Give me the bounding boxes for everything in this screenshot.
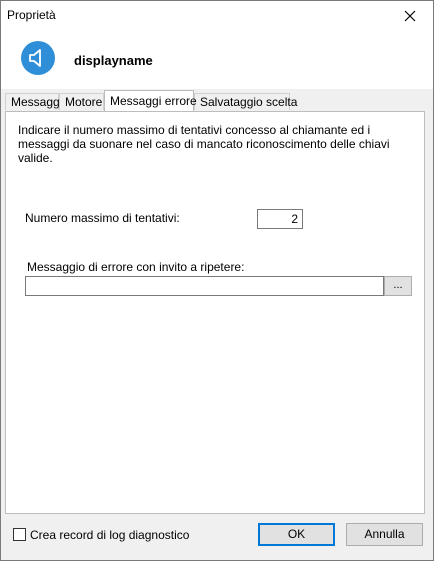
speaker-icon [21,41,55,75]
tab-messaggi[interactable]: Messaggi [5,93,62,110]
dialog-header: displayname [1,31,433,89]
ok-button[interactable]: OK [258,523,335,546]
error-message-input[interactable] [25,276,384,296]
display-name: displayname [74,53,153,68]
tab-panel: Indicare il numero massimo di tentativi … [5,111,425,514]
error-message-label: Messaggio di errore con invito a ripeter… [27,260,245,274]
tab-messaggi-errore[interactable]: Messaggi errore [104,90,197,111]
tab-motore[interactable]: Motore [59,93,104,110]
close-button[interactable] [387,1,433,31]
log-checkbox-label[interactable]: Crea record di log diagnostico [30,528,189,542]
description-text: Indicare il numero massimo di tentativi … [18,123,390,165]
cancel-button[interactable]: Annulla [346,523,423,546]
title-bar: Proprietà [1,1,433,31]
properties-dialog: Proprietà displayname Messaggi Motore Me… [0,0,434,561]
browse-button[interactable]: ... [384,276,412,296]
max-attempts-input[interactable]: 2 [257,209,303,229]
tab-salvataggio-scelta[interactable]: Salvataggio scelta [194,93,297,110]
max-attempts-label: Numero massimo di tentativi: [25,211,180,225]
window-title: Proprietà [7,8,56,22]
log-checkbox[interactable] [13,528,26,541]
close-icon [404,10,416,22]
